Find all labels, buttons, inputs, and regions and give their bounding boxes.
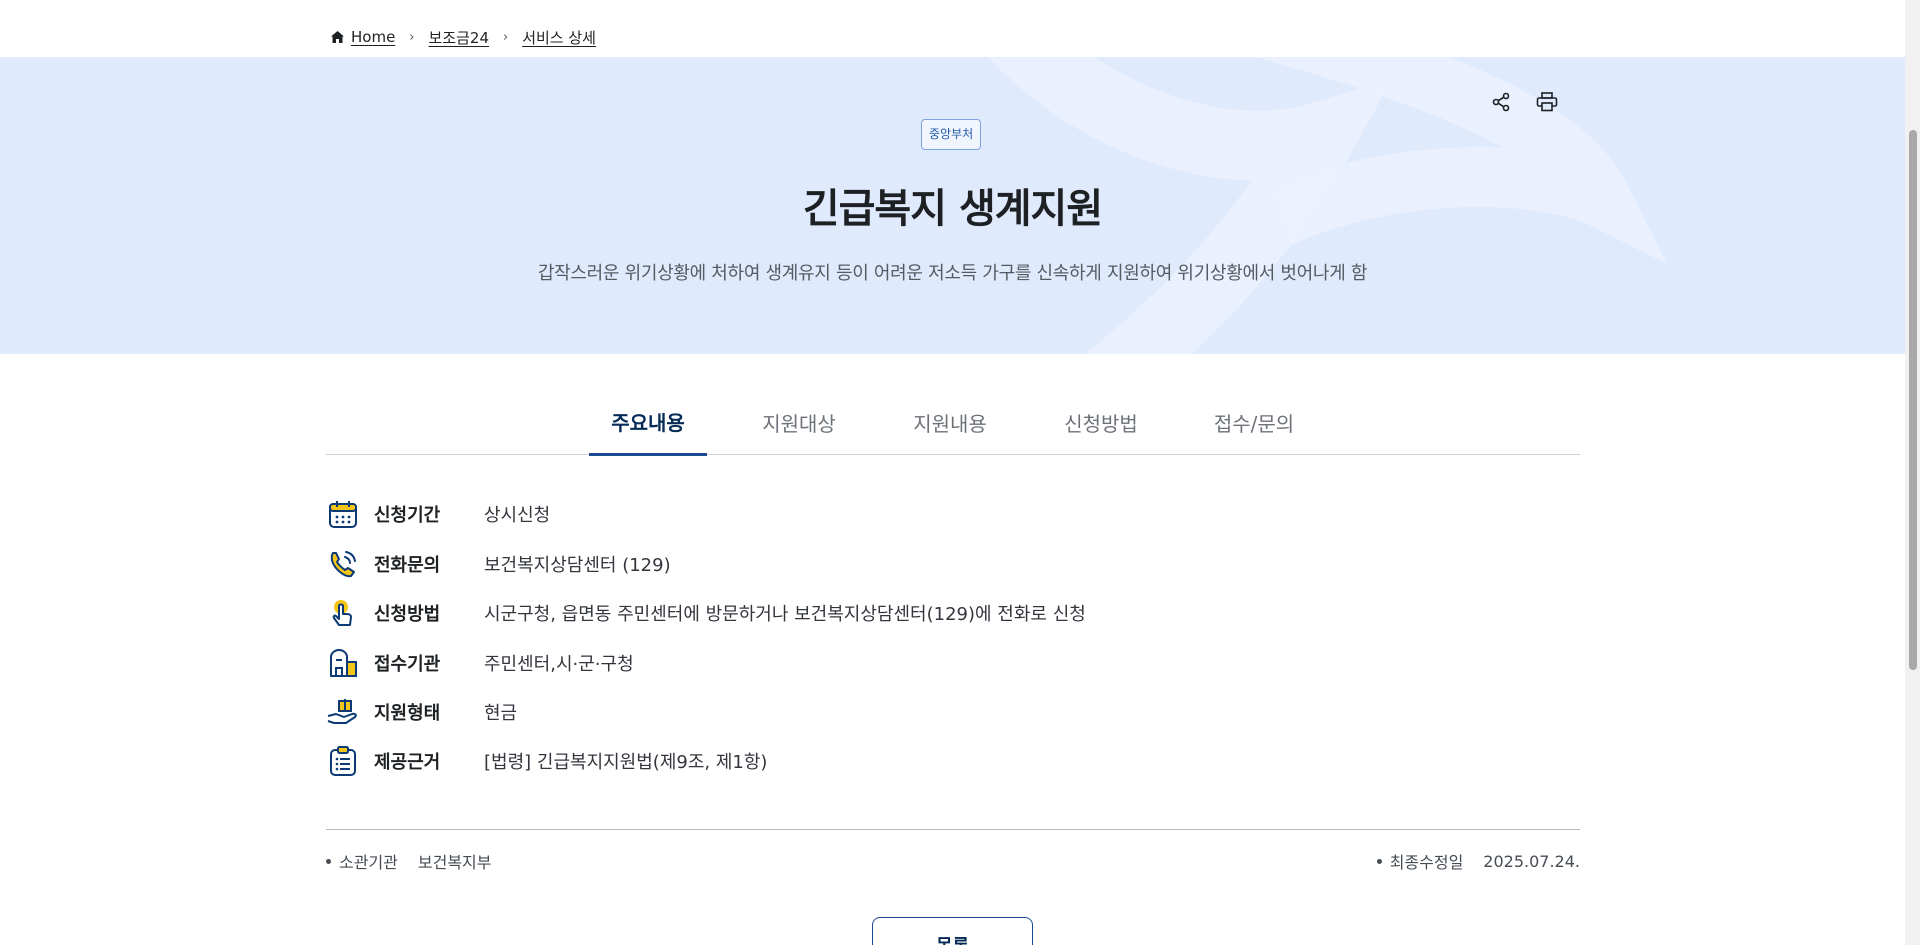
tab-how-to-apply[interactable]: 신청방법	[1042, 390, 1160, 455]
info-row-legal-basis: 제공근거 [법령] 긴급복지지원법(제9조, 제1항)	[326, 744, 767, 778]
scrollbar-thumb[interactable]	[1909, 130, 1917, 670]
meta-agency-value: 보건복지부	[417, 853, 492, 872]
info-label: 제공근거	[374, 752, 441, 773]
meta-agency: 소관기관 보건복지부	[326, 849, 492, 873]
bullet-icon	[1376, 858, 1382, 864]
info-label: 신청기간	[374, 505, 441, 526]
breadcrumb-link-service-detail[interactable]: 서비스 상세	[522, 27, 596, 48]
tab-eligibility[interactable]: 지원대상	[740, 390, 858, 455]
meta-agency-label: 소관기관	[339, 853, 398, 872]
print-icon	[1536, 92, 1558, 112]
phone-icon	[326, 547, 360, 581]
breadcrumb: Home › 보조금24 › 서비스 상세	[330, 24, 596, 50]
info-label: 접수기관	[374, 654, 441, 675]
divider	[326, 829, 1580, 830]
meta-last-updated: 최종수정일 2025.07.24.	[1376, 849, 1580, 873]
info-value: 시군구청, 읍면동 주민센터에 방문하거나 보건복지상담센터(129)에 전화로…	[484, 604, 1086, 625]
hero-banner: 중앙부처 긴급복지 생계지원 갑작스러운 위기상황에 처하여 생계유지 등이 어…	[0, 57, 1905, 354]
share-icon	[1492, 92, 1510, 112]
info-value: 상시신청	[484, 505, 551, 526]
breadcrumb-home-link[interactable]: Home	[351, 28, 395, 46]
hand-gift-icon	[326, 695, 360, 729]
home-icon	[331, 31, 344, 43]
info-value: 현금	[484, 703, 518, 724]
breadcrumb-link-subsidy24[interactable]: 보조금24	[429, 27, 490, 48]
meta-updated-label: 최종수정일	[1389, 853, 1464, 872]
page-title: 긴급복지 생계지원	[802, 186, 1103, 232]
clipboard-icon	[326, 744, 360, 778]
print-button[interactable]	[1534, 89, 1560, 115]
tab-main-content[interactable]: 주요내용	[589, 390, 707, 456]
page: Home › 보조금24 › 서비스 상세 중앙부처 긴급복지 생계지원 갑작스…	[0, 0, 1920, 945]
info-label: 전화문의	[374, 555, 441, 576]
calendar-icon	[326, 497, 360, 531]
info-row-application-method: 신청방법 시군구청, 읍면동 주민센터에 방문하거나 보건복지상담센터(129)…	[326, 596, 1086, 630]
breadcrumb-home[interactable]: Home	[330, 28, 395, 46]
tab-support-details[interactable]: 지원내용	[891, 390, 1009, 455]
info-row-receiving-agency: 접수기관 주민센터,시·군·구청	[326, 646, 634, 680]
meta-updated-value: 2025.07.24.	[1483, 851, 1580, 871]
page-scrollbar[interactable]	[1905, 0, 1920, 945]
service-description: 갑작스러운 위기상황에 처하여 생계유지 등이 어려운 저소득 가구를 신속하게…	[537, 263, 1368, 284]
tab-bar: 주요내용 지원대상 지원내용 신청방법 접수/문의	[326, 390, 1580, 456]
chevron-right-icon: ›	[409, 29, 415, 45]
bullet-icon	[326, 858, 331, 864]
touch-hand-icon	[326, 596, 360, 630]
info-row-support-type: 지원형태 현금	[326, 695, 517, 729]
info-value: 보건복지상담센터 (129)	[484, 555, 671, 576]
chevron-right-icon: ›	[503, 29, 509, 45]
list-button[interactable]: 목록	[872, 917, 1033, 945]
info-label: 지원형태	[374, 703, 441, 724]
info-row-phone-inquiry: 전화문의 보건복지상담센터 (129)	[326, 547, 671, 581]
category-badge: 중앙부처	[921, 119, 982, 150]
hero-tools	[1488, 89, 1560, 115]
building-icon	[326, 646, 360, 680]
info-row-application-period: 신청기간 상시신청	[326, 497, 550, 531]
info-value: [법령] 긴급복지지원법(제9조, 제1항)	[484, 752, 768, 773]
info-value: 주민센터,시·군·구청	[484, 654, 634, 675]
info-label: 신청방법	[374, 604, 441, 625]
share-button[interactable]	[1488, 89, 1514, 115]
tab-contact[interactable]: 접수/문의	[1195, 390, 1313, 455]
